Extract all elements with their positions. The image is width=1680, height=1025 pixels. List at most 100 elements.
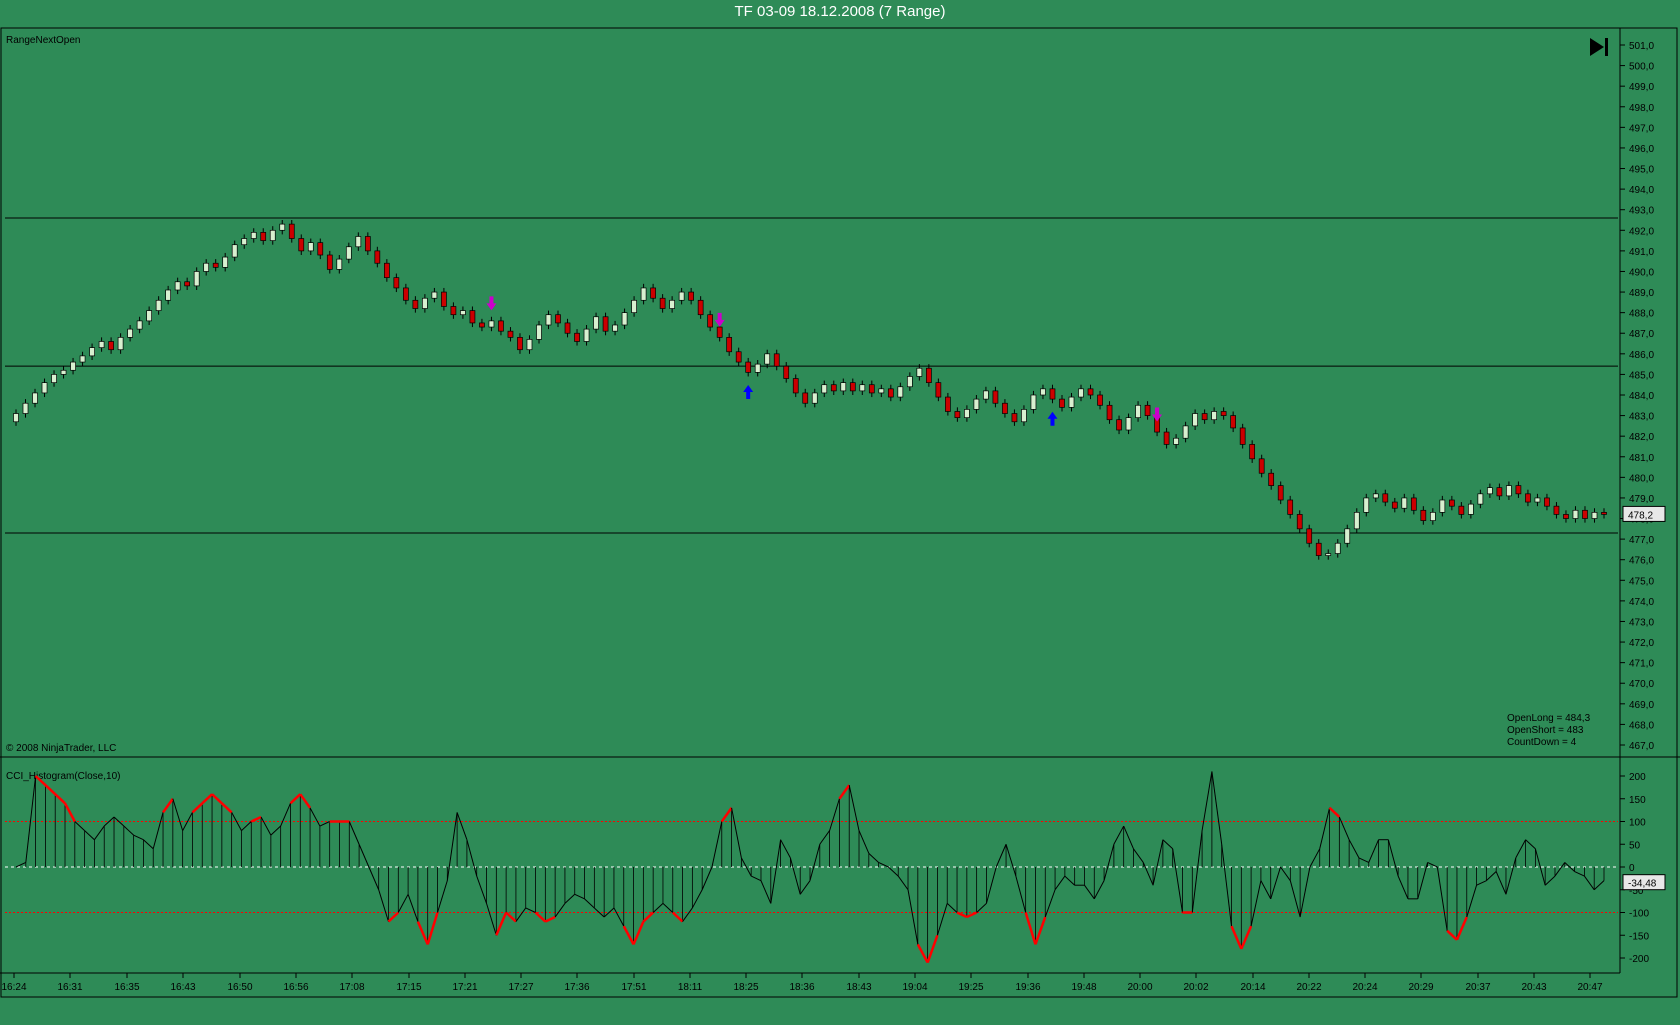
candle-body bbox=[355, 236, 362, 248]
cci-line-segment bbox=[1123, 825, 1134, 849]
cci-tick-label: 50 bbox=[1629, 840, 1641, 851]
candle-body bbox=[1439, 499, 1446, 513]
candle-body bbox=[669, 299, 675, 309]
candle-body bbox=[203, 262, 210, 272]
price-tick-label: 492,0 bbox=[1629, 226, 1654, 237]
cci-line-segment bbox=[378, 889, 389, 922]
candle-body bbox=[326, 254, 333, 270]
cci-line-segment bbox=[1240, 925, 1253, 950]
cci-line-segment bbox=[671, 911, 684, 923]
candle-body bbox=[621, 312, 628, 326]
candle-body bbox=[593, 316, 599, 330]
candle-body bbox=[935, 382, 942, 398]
cci-line-segment bbox=[799, 880, 811, 895]
last-price-label: 478,2 bbox=[1628, 510, 1653, 521]
cci-line-segment bbox=[534, 911, 547, 923]
cci-line-segment bbox=[691, 889, 703, 909]
cci-line-segment bbox=[15, 861, 27, 868]
candle-body bbox=[364, 236, 371, 252]
cci-line-segment bbox=[1191, 830, 1203, 913]
candle-body bbox=[51, 374, 57, 383]
candle-body bbox=[317, 242, 324, 256]
candle-body bbox=[1382, 493, 1389, 503]
cci-line-segment bbox=[789, 857, 801, 895]
cci-line-segment bbox=[946, 903, 958, 913]
cci-line-segment bbox=[348, 821, 360, 845]
cci-line-segment bbox=[720, 807, 733, 823]
cci-tick-label: 0 bbox=[1629, 863, 1635, 874]
cci-line-segment bbox=[201, 793, 213, 805]
time-tick-label: 20:37 bbox=[1465, 982, 1490, 993]
candle-body bbox=[1211, 411, 1217, 421]
candle-body bbox=[1220, 411, 1227, 416]
price-tick-label: 480,0 bbox=[1629, 473, 1654, 484]
candle-body bbox=[1049, 388, 1056, 400]
cci-line-segment bbox=[319, 821, 330, 827]
candle-body bbox=[926, 367, 932, 383]
cci-line-segment bbox=[1495, 871, 1507, 895]
candle-body bbox=[1268, 472, 1275, 486]
cci-line-segment bbox=[1486, 871, 1497, 882]
candle-body bbox=[897, 386, 904, 398]
cci-line-segment bbox=[437, 880, 448, 913]
candle-body bbox=[1030, 394, 1037, 410]
candle-body bbox=[1306, 528, 1313, 544]
chart-svg[interactable]: 501,0 500,0 499,0 498,0 497,0 496,0 495,0 494,0… bbox=[0, 0, 1680, 1020]
candle-body bbox=[868, 384, 875, 394]
cci-line-segment bbox=[780, 839, 791, 859]
cci-line-segment bbox=[995, 844, 1007, 868]
cci-line-segment bbox=[1574, 871, 1585, 877]
candle-body bbox=[431, 291, 438, 299]
candle-body bbox=[241, 238, 248, 246]
time-tick-label: 18:11 bbox=[678, 982, 703, 993]
open-info-line: OpenLong = 484,3 bbox=[1507, 713, 1591, 724]
time-tick-label: 16:50 bbox=[227, 982, 252, 993]
candle-body bbox=[307, 242, 314, 252]
candle-body bbox=[830, 384, 837, 392]
price-tick-label: 474,0 bbox=[1629, 597, 1654, 608]
price-tick-label: 493,0 bbox=[1629, 206, 1654, 217]
candle-body bbox=[1258, 458, 1265, 474]
candle-body bbox=[1135, 404, 1141, 418]
cci-line-segment bbox=[1280, 866, 1291, 881]
candle-body bbox=[1401, 497, 1408, 509]
candle-body bbox=[859, 384, 866, 392]
price-tick-label: 476,0 bbox=[1629, 556, 1654, 567]
candle-body bbox=[954, 411, 961, 418]
cci-line-segment bbox=[1152, 839, 1164, 886]
candle-body bbox=[640, 287, 647, 301]
time-tick-label: 17:36 bbox=[564, 982, 589, 993]
candle-body bbox=[1334, 542, 1341, 554]
cci-last-value-label: -34,48 bbox=[1628, 879, 1657, 890]
cci-line-segment bbox=[976, 903, 987, 913]
cci-line-segment bbox=[241, 821, 252, 831]
candle-body bbox=[564, 322, 571, 334]
cci-line-segment bbox=[1397, 875, 1409, 900]
cci-line-segment bbox=[1260, 880, 1272, 900]
candle-body bbox=[136, 320, 143, 330]
price-tick-label: 467,0 bbox=[1629, 741, 1654, 752]
cci-line-segment bbox=[1133, 848, 1144, 863]
candle-body bbox=[612, 324, 618, 332]
cci-line-segment bbox=[368, 866, 380, 890]
candle-body bbox=[1353, 512, 1360, 530]
candle-body bbox=[231, 244, 238, 258]
time-tick-label: 16:35 bbox=[114, 982, 139, 993]
cci-line-segment bbox=[152, 812, 164, 849]
skip-to-end-icon-bar[interactable] bbox=[1605, 38, 1608, 56]
candle-body bbox=[250, 232, 257, 239]
candle-body bbox=[945, 396, 951, 412]
candle-body bbox=[60, 369, 67, 375]
candle-body bbox=[374, 250, 381, 264]
chart-title: TF 03-09 18.12.2008 (7 Range) bbox=[734, 3, 946, 20]
cci-line-segment bbox=[486, 903, 497, 936]
price-tick-label: 488,0 bbox=[1629, 309, 1654, 320]
candle-body bbox=[79, 355, 86, 363]
price-tick-label: 501,0 bbox=[1629, 41, 1654, 52]
cci-line-segment bbox=[309, 807, 321, 827]
candle-body bbox=[1116, 419, 1122, 431]
candle-body bbox=[1173, 437, 1179, 445]
skip-to-end-icon[interactable] bbox=[1590, 38, 1604, 56]
cci-line-segment bbox=[25, 775, 37, 863]
candle-body bbox=[536, 324, 542, 340]
